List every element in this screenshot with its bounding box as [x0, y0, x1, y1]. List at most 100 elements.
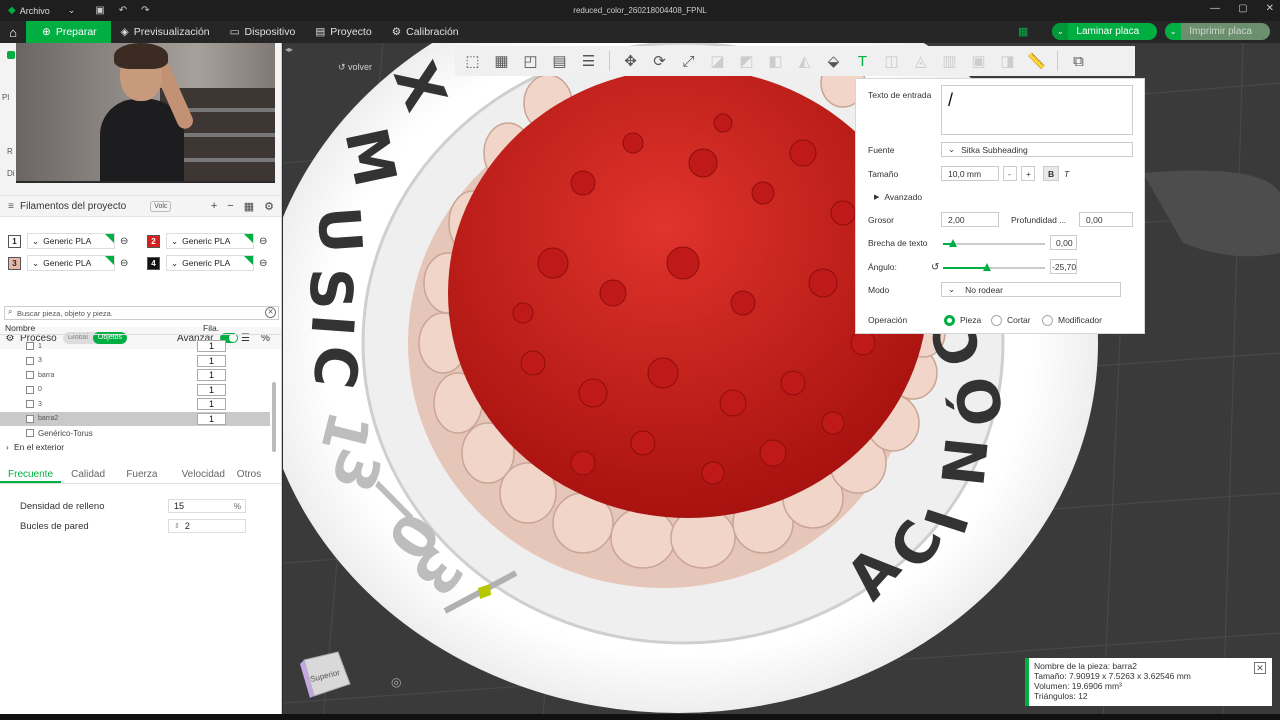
- checkbox[interactable]: [26, 385, 34, 394]
- lay-on-face-icon[interactable]: ◪: [705, 49, 730, 73]
- arrange-icon[interactable]: ▤: [547, 49, 572, 73]
- angle-slider[interactable]: [943, 263, 1045, 271]
- object-count[interactable]: 1: [197, 383, 226, 396]
- back-button[interactable]: ↺ volver: [338, 62, 372, 73]
- filament-slot[interactable]: 2 ⌄ Generic PLA ⊖: [147, 232, 281, 250]
- filament-select[interactable]: ⌄ Generic PLA: [27, 233, 115, 249]
- gap-input[interactable]: 0,00: [1050, 235, 1077, 250]
- reset-angle-icon[interactable]: ↺: [931, 259, 939, 275]
- home-icon[interactable]: ⌂: [0, 21, 26, 43]
- volume-chip[interactable]: Volc: [150, 200, 172, 212]
- text-tool-icon[interactable]: T: [850, 49, 875, 73]
- tab-device[interactable]: ▭ Dispositivo: [220, 21, 306, 43]
- list-item[interactable]: Genérico-Torus: [0, 426, 270, 440]
- filament-select[interactable]: ⌄ Generic PLA: [27, 255, 115, 271]
- variable-layer-icon[interactable]: ▣: [966, 49, 991, 73]
- edit-icon[interactable]: ▦: [244, 200, 254, 213]
- minimize-icon[interactable]: —: [1210, 3, 1220, 14]
- filament-number[interactable]: 4: [147, 256, 160, 270]
- clear-icon[interactable]: ✕: [265, 307, 276, 318]
- thickness-input[interactable]: 2,00: [941, 212, 999, 227]
- print-plate-button[interactable]: ⌄ Imprimir placa: [1165, 23, 1270, 40]
- advanced-toggle[interactable]: ▶ Avanzado: [874, 189, 922, 205]
- radio-part[interactable]: [944, 315, 955, 326]
- filament-select[interactable]: ⌄ Generic PLA: [166, 255, 254, 271]
- checkbox[interactable]: [26, 400, 34, 408]
- object-count[interactable]: 1: [197, 354, 226, 367]
- filament-number[interactable]: 3: [8, 256, 21, 270]
- bold-button[interactable]: B: [1043, 166, 1059, 181]
- table-row[interactable]: 11: [0, 339, 270, 353]
- angle-input[interactable]: -25,70: [1050, 259, 1077, 274]
- navigation-cube[interactable]: Superior: [298, 650, 354, 698]
- support-paint-icon[interactable]: ◭: [792, 49, 817, 73]
- radio-modifier[interactable]: [1042, 315, 1053, 326]
- stepper-icon[interactable]: ⇕: [174, 522, 180, 530]
- checkbox[interactable]: [26, 429, 34, 437]
- mode-select[interactable]: ⌄ No rodear: [941, 282, 1121, 297]
- tab-quality[interactable]: Calidad: [61, 466, 116, 483]
- object-table-scrollbar[interactable]: [272, 382, 276, 452]
- undo-icon[interactable]: ↶: [119, 5, 127, 16]
- file-menu[interactable]: ◆ Archivo ⌄: [0, 5, 75, 16]
- svg-emboss-icon[interactable]: ◫: [879, 49, 904, 73]
- seam-paint-icon[interactable]: ▥: [937, 49, 962, 73]
- tab-strength[interactable]: Fuerza: [116, 466, 171, 483]
- color-paint-icon[interactable]: ⬙: [821, 49, 846, 73]
- object-count[interactable]: 1: [197, 398, 226, 410]
- redo-icon[interactable]: ↷: [141, 5, 149, 16]
- chevron-down-icon[interactable]: ⌄: [1052, 23, 1069, 40]
- filament-settings-icon[interactable]: ⊖: [259, 236, 267, 247]
- plate-grid-icon[interactable]: ▦: [1018, 25, 1028, 38]
- tab-prepare[interactable]: ⊕ Preparar: [26, 21, 111, 43]
- mesh-boolean-icon[interactable]: ◧: [763, 49, 788, 73]
- tab-frequent[interactable]: Frecuente: [0, 466, 62, 483]
- object-count[interactable]: 1: [197, 340, 226, 352]
- checkbox[interactable]: [26, 371, 34, 379]
- close-icon[interactable]: ✕: [1266, 3, 1274, 14]
- search-input[interactable]: ⌕ Buscar pieza, objeto y pieza. ✕: [4, 306, 279, 320]
- tab-project[interactable]: ▤ Proyecto: [305, 21, 381, 43]
- measure-icon[interactable]: 📏: [1024, 49, 1049, 73]
- camera-reset-icon[interactable]: ◎: [391, 675, 401, 689]
- tab-others[interactable]: Otros: [227, 466, 281, 483]
- filament-slot[interactable]: 4 ⌄ Generic PLA ⊖: [147, 254, 281, 272]
- filament-settings-icon[interactable]: ⊖: [120, 258, 128, 269]
- maximize-icon[interactable]: ▢: [1238, 3, 1247, 14]
- depth-input[interactable]: 0,00: [1079, 212, 1133, 227]
- tab-speed[interactable]: Velocidad: [172, 466, 227, 483]
- rotate-icon[interactable]: ⟳: [647, 49, 672, 73]
- filament-settings-icon[interactable]: ⊖: [120, 236, 128, 247]
- slider-thumb[interactable]: [982, 263, 991, 271]
- tab-preview[interactable]: ◈ Previsualización: [111, 21, 220, 43]
- chevron-down-icon[interactable]: ⌄: [1165, 23, 1182, 40]
- save-icon[interactable]: ▣: [95, 5, 104, 16]
- table-row[interactable]: barra 1: [0, 368, 270, 382]
- list-item[interactable]: › En el exterior: [0, 440, 270, 454]
- table-row[interactable]: 31: [0, 397, 270, 411]
- table-row[interactable]: 31: [0, 354, 270, 368]
- size-increase-button[interactable]: +: [1021, 166, 1035, 181]
- filament-number[interactable]: 2: [147, 234, 160, 248]
- tab-calibration[interactable]: ⚙ Calibración: [382, 21, 469, 43]
- checkbox[interactable]: [26, 414, 34, 423]
- add-cube-icon[interactable]: ⬚: [460, 49, 485, 73]
- table-row[interactable]: 01: [0, 383, 270, 397]
- add-icon[interactable]: +: [211, 200, 217, 213]
- close-icon[interactable]: ✕: [1254, 662, 1266, 674]
- italic-button[interactable]: T: [1064, 166, 1069, 182]
- layers-icon[interactable]: ☰: [576, 49, 601, 73]
- wall-loops-stepper[interactable]: ⇕ 2: [168, 519, 246, 533]
- cut-icon[interactable]: ◩: [734, 49, 759, 73]
- filament-settings-icon[interactable]: ⊖: [259, 258, 267, 269]
- gap-slider[interactable]: [943, 239, 1045, 247]
- assembly-icon[interactable]: ◨: [995, 49, 1020, 73]
- chevron-right-icon[interactable]: ›: [6, 443, 9, 452]
- object-count[interactable]: 1: [197, 369, 226, 381]
- slider-thumb[interactable]: [949, 239, 958, 247]
- checkbox[interactable]: [26, 342, 34, 350]
- assembly-view-icon[interactable]: ⧉: [1066, 49, 1091, 73]
- grid-icon[interactable]: ▦: [489, 49, 514, 73]
- filament-slot[interactable]: 3 ⌄ Generic PLA ⊖: [8, 254, 143, 272]
- filament-number[interactable]: 1: [8, 234, 21, 248]
